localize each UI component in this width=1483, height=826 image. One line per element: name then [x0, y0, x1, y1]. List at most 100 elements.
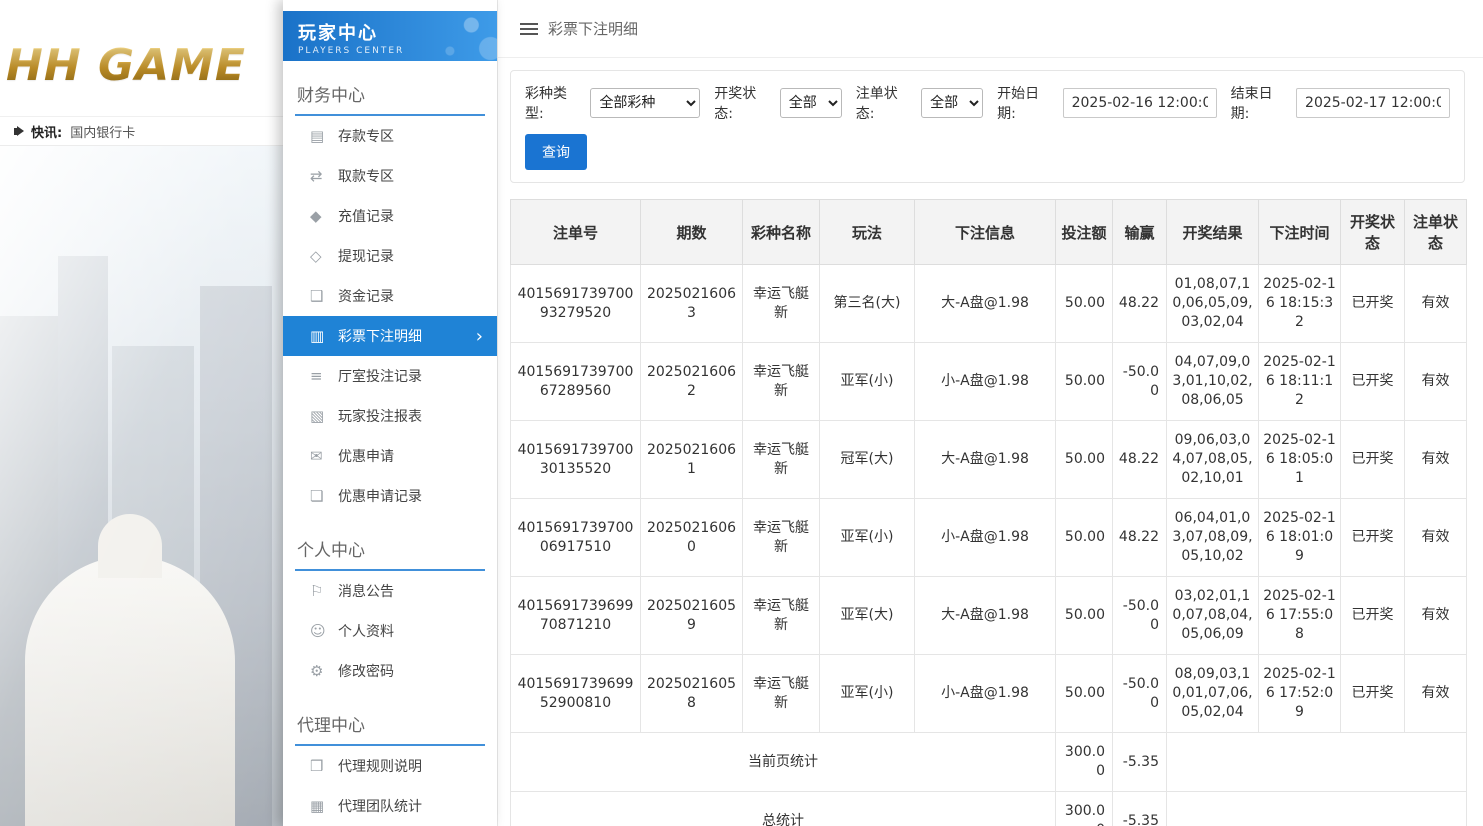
sidebar-item-label: 存款专区 [338, 126, 394, 146]
sidebar-nav: 财务中心▤存款专区⇄取款专区◆充值记录◇提现记录❑资金记录▥彩票下注明细›≡厅室… [283, 77, 497, 826]
column-header: 注单状态 [1405, 200, 1467, 265]
sidebar-item-promo-apply[interactable]: ✉优惠申请 [283, 436, 497, 476]
announcements-icon: ⚐ [310, 582, 338, 600]
table-cell: 大-A盘@1.98 [915, 265, 1056, 343]
table-cell: 50.00 [1056, 577, 1113, 655]
summary-bet-total: 300.00 [1056, 792, 1113, 826]
summary-win-total: -5.35 [1113, 792, 1167, 826]
sidebar-item-recharge-records[interactable]: ◆充值记录 [283, 196, 497, 236]
summary-row: 总统计300.00-5.35 [511, 792, 1467, 826]
table-cell: 大-A盘@1.98 [915, 421, 1056, 499]
table-cell: 已开奖 [1341, 655, 1405, 733]
table-cell: 有效 [1405, 343, 1467, 421]
sidebar-item-change-password[interactable]: ⚙修改密码 [283, 651, 497, 691]
summary-win-total: -5.35 [1113, 733, 1167, 792]
table-row: 40156917396997087121020250216059幸运飞艇新亚军(… [511, 577, 1467, 655]
chevron-right-icon: › [476, 326, 483, 347]
sidebar-item-agent-rules[interactable]: ❒代理规则说明 [283, 746, 497, 786]
player-bet-report-icon: ▧ [310, 407, 338, 425]
query-button[interactable]: 查询 [525, 134, 587, 170]
sidebar-section-title: 财务中心 [295, 77, 485, 116]
table-row: 40156917397009327952020250216063幸运飞艇新第三名… [511, 265, 1467, 343]
sidebar-item-lottery-bet-details[interactable]: ▥彩票下注明细› [283, 316, 497, 356]
lottery-bet-details-icon: ▥ [310, 327, 338, 345]
sidebar-item-label: 资金记录 [338, 286, 394, 306]
table-row: 40156917397006728956020250216062幸运飞艇新亚军(… [511, 343, 1467, 421]
table-cell: 已开奖 [1341, 577, 1405, 655]
bets-table: 注单号期数彩种名称玩法下注信息投注额输赢开奖结果下注时间开奖状态注单状态 401… [510, 199, 1467, 826]
filter-panel: 彩种类型: 全部彩种 开奖状态: 全部 注单状态: 全部 开始日期: 结束日期: [510, 70, 1465, 183]
table-cell: 06,04,01,03,07,08,09,05,10,02 [1167, 499, 1259, 577]
start-date-input[interactable] [1063, 88, 1217, 118]
sidebar-item-label: 厅室投注记录 [338, 366, 422, 386]
recharge-records-icon: ◆ [310, 207, 338, 225]
column-header: 期数 [641, 200, 743, 265]
menu-toggle-icon[interactable] [520, 23, 538, 35]
sidebar-item-agent-team-stats[interactable]: ▦代理团队统计 [283, 786, 497, 826]
table-cell: 04,07,09,03,01,10,02,08,06,05 [1167, 343, 1259, 421]
sidebar-item-label: 优惠申请记录 [338, 486, 422, 506]
table-cell: 401569173970006917510 [511, 499, 641, 577]
table-cell: 大-A盘@1.98 [915, 577, 1056, 655]
site-background: HH GAME 快讯: 国内银行卡 [0, 0, 283, 826]
column-header: 彩种名称 [743, 200, 820, 265]
sidebar-item-announcements[interactable]: ⚐消息公告 [283, 571, 497, 611]
sidebar-item-label: 代理团队统计 [338, 796, 422, 816]
table-cell: 01,08,07,10,06,05,09,03,02,04 [1167, 265, 1259, 343]
ticker-label: 快讯: [31, 122, 62, 141]
table-cell: 09,06,03,04,07,08,05,02,10,01 [1167, 421, 1259, 499]
table-cell: 2025-02-16 17:55:08 [1259, 577, 1341, 655]
sidebar-item-promo-apply-records[interactable]: ❏优惠申请记录 [283, 476, 497, 516]
sidebar-section-title: 代理中心 [295, 707, 485, 746]
table-cell: 401569173969970871210 [511, 577, 641, 655]
sidebar-item-withdraw[interactable]: ⇄取款专区 [283, 156, 497, 196]
table-row: 40156917396995290081020250216058幸运飞艇新亚军(… [511, 655, 1467, 733]
table-cell: 20250216062 [641, 343, 743, 421]
sidebar-item-deposit[interactable]: ▤存款专区 [283, 116, 497, 156]
agent-rules-icon: ❒ [310, 757, 338, 775]
background-photo [0, 146, 283, 826]
table-cell: 401569173970067289560 [511, 343, 641, 421]
lottery-type-label: 彩种类型: [525, 83, 584, 123]
sidebar-item-label: 玩家投注报表 [338, 406, 422, 426]
table-cell: 20250216058 [641, 655, 743, 733]
sidebar-item-funds-records[interactable]: ❑资金记录 [283, 276, 497, 316]
sidebar-item-label: 充值记录 [338, 206, 394, 226]
lottery-type-select[interactable]: 全部彩种 [590, 88, 700, 118]
sidebar-item-player-bet-report[interactable]: ▧玩家投注报表 [283, 396, 497, 436]
table-cell: 幸运飞艇新 [743, 655, 820, 733]
table-cell: 401569173970093279520 [511, 265, 641, 343]
bet-status-select[interactable]: 全部 [921, 88, 983, 118]
sidebar-section-title: 个人中心 [295, 532, 485, 571]
sidebar-item-profile[interactable]: ☺个人资料 [283, 611, 497, 651]
table-cell: 2025-02-16 18:11:12 [1259, 343, 1341, 421]
summary-label: 总统计 [511, 792, 1056, 826]
main-panel: 彩票下注明细 彩种类型: 全部彩种 开奖状态: 全部 注单状态: 全部 [497, 0, 1483, 826]
speaker-icon [14, 126, 24, 136]
page-root: HH GAME 快讯: 国内银行卡 玩家中心 PLAYERS CENTER 财务… [0, 0, 1483, 826]
draw-status-select[interactable]: 全部 [780, 88, 842, 118]
end-date-input[interactable] [1296, 88, 1450, 118]
sidebar-item-hall-bet-records[interactable]: ≡厅室投注记录 [283, 356, 497, 396]
draw-status-label: 开奖状态: [714, 83, 773, 123]
promo-apply-icon: ✉ [310, 447, 338, 465]
column-header: 输赢 [1113, 200, 1167, 265]
ticker-text: 国内银行卡 [70, 122, 135, 141]
table-cell: 20250216059 [641, 577, 743, 655]
table-cell: 08,09,03,10,01,07,06,05,02,04 [1167, 655, 1259, 733]
page-title: 彩票下注明细 [548, 18, 638, 39]
table-cell: -50.00 [1113, 343, 1167, 421]
deposit-icon: ▤ [310, 127, 338, 145]
table-cell: 有效 [1405, 499, 1467, 577]
topbar: 彩票下注明细 [498, 0, 1483, 58]
player-center-sidebar: 玩家中心 PLAYERS CENTER 财务中心▤存款专区⇄取款专区◆充值记录◇… [283, 0, 497, 826]
column-header: 下注信息 [915, 200, 1056, 265]
sidebar-item-cashout-records[interactable]: ◇提现记录 [283, 236, 497, 276]
table-cell: 2025-02-16 18:15:32 [1259, 265, 1341, 343]
players-center-title: 玩家中心 [298, 19, 497, 45]
table-cell: 有效 [1405, 265, 1467, 343]
table-cell: 小-A盘@1.98 [915, 343, 1056, 421]
summary-bet-total: 300.00 [1056, 733, 1113, 792]
table-cell: 20250216060 [641, 499, 743, 577]
table-cell: 有效 [1405, 655, 1467, 733]
